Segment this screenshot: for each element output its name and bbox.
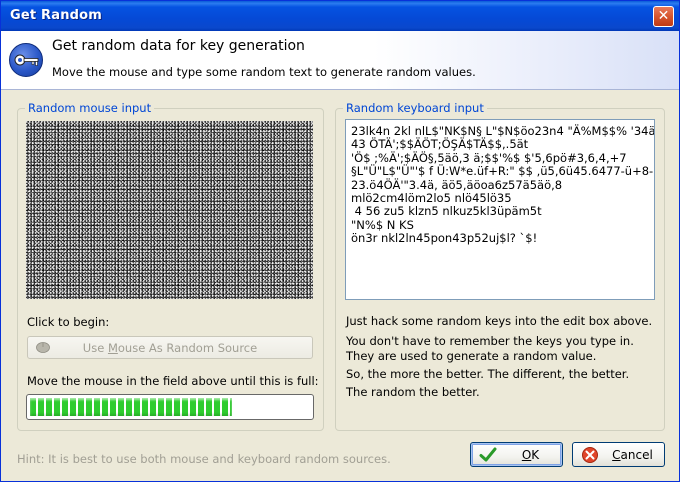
window-title: Get Random	[10, 8, 103, 23]
cancel-button[interactable]: Cancel	[572, 442, 665, 467]
keyboard-text-line: "N%$ N KS	[351, 217, 414, 232]
keyboard-note-1: Just hack some random keys into the edit…	[346, 314, 653, 328]
hint-text: Hint: It is best to use both mouse and k…	[17, 452, 391, 466]
keyboard-group-legend: Random keyboard input	[343, 101, 487, 115]
cancel-button-label: Cancel	[607, 448, 658, 462]
progress-track	[30, 398, 310, 416]
ok-label-rest: K	[531, 448, 540, 462]
keyboard-text-line: 43 ÖTÄ';$$ÄÖT;ÖŞÄ$TÄ$$,.5ät	[351, 137, 529, 152]
keyboard-text-line: §L"Ü"L$"Ü"'$ f Ü:W*e.üf+R:" $$ ,ü5,6ü45.…	[351, 164, 655, 179]
use-mouse-label-rest: ouse As Random Source	[117, 341, 258, 355]
keyboard-note-4: The random the better.	[346, 385, 480, 399]
header-title: Get random data for key generation	[52, 38, 305, 54]
keyboard-text-line: 23.ö4ÖÄ'"3.4ä, äö5,äöoa6z57ä5äö,8	[351, 177, 563, 192]
click-to-begin-label: Click to begin:	[27, 315, 110, 329]
key-icon	[9, 43, 43, 77]
cancel-icon	[581, 446, 599, 464]
checkmark-icon	[479, 446, 497, 464]
progress-label: Move the mouse in the field above until …	[27, 374, 319, 388]
close-button[interactable]: ✕	[653, 6, 674, 27]
keyboard-note-3: So, the more the better. The different, …	[346, 367, 630, 381]
get-random-dialog: Get Random ✕ Get random data for key gen…	[0, 0, 680, 482]
ok-accelerator: O	[521, 448, 532, 462]
keyboard-text-line: ön3r nkl2ln45pon43p52uj$l? `$!	[351, 231, 538, 246]
mouse-group-legend: Random mouse input	[25, 101, 155, 115]
progress-fill	[30, 398, 232, 416]
close-icon: ✕	[657, 8, 670, 24]
ok-button-label: OK	[505, 448, 556, 462]
random-keyboard-edit-box[interactable]: 23lk4n 2kl nlL$"NK$N§ L"$N$öo23n4 "Ä%M$$…	[345, 119, 655, 300]
dialog-header: Get random data for key generation Move …	[1, 31, 679, 90]
title-bar[interactable]: Get Random ✕	[1, 1, 679, 31]
header-subtitle: Move the mouse and type some random text…	[52, 65, 476, 79]
mouse-progress-bar	[26, 394, 314, 420]
keyboard-text-line: 4 56 zu5 klzn5 nlkuz5kl3üpäm5t	[351, 204, 542, 219]
use-mouse-random-source-button[interactable]: Use Mouse As Random Source	[27, 336, 313, 359]
mouse-random-field[interactable]	[26, 121, 313, 299]
keyboard-text-line: mlö2cm4löm2lo5 nlö45lö35	[351, 191, 512, 206]
use-mouse-button-label: Use Mouse As Random Source	[28, 341, 312, 355]
use-mouse-accelerator: M	[107, 341, 118, 355]
ok-button[interactable]: OK	[470, 442, 563, 467]
keyboard-note-2: You don't have to remember the keys you …	[346, 334, 634, 363]
cancel-label-rest: ancel	[620, 448, 653, 462]
cancel-accelerator: C	[612, 448, 621, 462]
use-mouse-label-part: Use	[82, 341, 108, 355]
